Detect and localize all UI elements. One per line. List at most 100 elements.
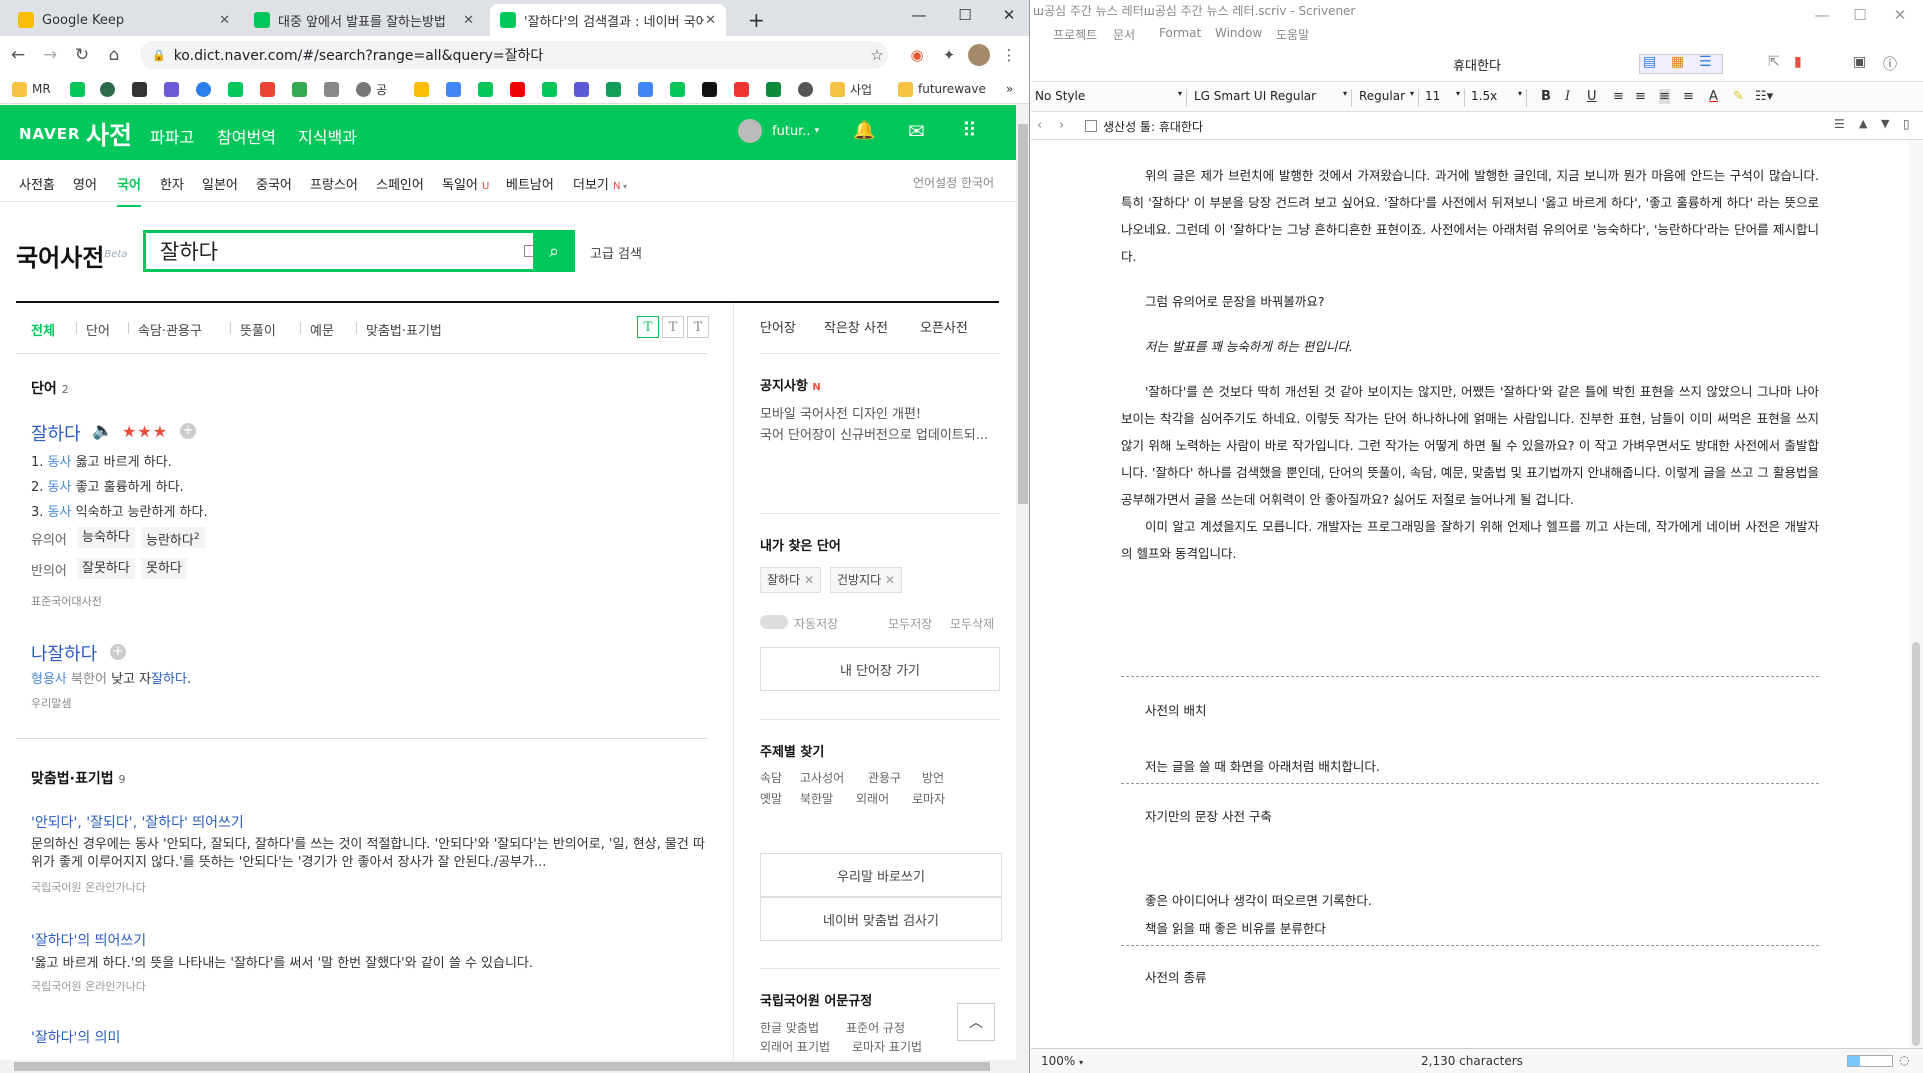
bell-icon[interactable]: 🔔	[853, 120, 875, 141]
chevron-up-icon[interactable]: ▲	[1859, 117, 1867, 130]
autosave-toggle[interactable]	[760, 615, 788, 629]
menu-dots-icon[interactable]: ⋮	[998, 44, 1020, 66]
menu-format[interactable]: Format	[1159, 26, 1201, 40]
bookmark-n[interactable]	[478, 81, 498, 97]
topic-link[interactable]: 로마자	[912, 790, 945, 807]
entry-word[interactable]: 잘하다	[31, 420, 81, 446]
tab-proverb[interactable]: 속담·관용구	[138, 320, 202, 339]
scroll-thumb[interactable]	[1018, 124, 1028, 504]
spell-checker-button[interactable]: 네이버 맞춤법 검사기	[760, 897, 1002, 941]
rules-link[interactable]: 로마자 표기법	[852, 1038, 922, 1055]
weight-select[interactable]: Regular ▾	[1359, 89, 1419, 107]
menu-help[interactable]: 도움말	[1276, 26, 1309, 43]
bookmark-sheets[interactable]	[606, 81, 626, 97]
style-select[interactable]: No Style ▾	[1035, 89, 1187, 107]
nav-papago[interactable]: 파파고	[150, 124, 194, 148]
topic-link[interactable]: 외래어	[856, 790, 889, 807]
entry-word[interactable]: 나잘하다	[31, 640, 97, 666]
add-wordbook-icon[interactable]: +	[180, 423, 196, 439]
user-menu[interactable]: futur.. ▾	[738, 119, 819, 143]
list-icon[interactable]: ☷▾	[1755, 89, 1773, 104]
list-icon[interactable]: ☰	[1834, 117, 1845, 131]
close-icon[interactable]: ✕	[219, 13, 230, 28]
bookmark-globe[interactable]	[798, 81, 818, 97]
address-bar[interactable]: 🔒 ko.dict.naver.com/#/search?range=all&q…	[140, 41, 888, 69]
tab-wordbook[interactable]: 단어장	[760, 317, 796, 336]
scroll-thumb[interactable]	[1912, 642, 1920, 1046]
nav-hanja[interactable]: 한자	[160, 174, 184, 193]
topic-link[interactable]: 방언	[922, 769, 944, 786]
bookmark-drive[interactable]	[292, 81, 312, 97]
vertical-scrollbar[interactable]	[1909, 142, 1923, 1048]
tab-meaning[interactable]: 뜻풀이	[240, 320, 276, 339]
bold-button[interactable]: B	[1541, 89, 1551, 104]
outline-line[interactable]: 책을 읽을 때 좋은 비유를 분류한다	[1145, 918, 1326, 937]
advanced-search-link[interactable]: 고급 검색	[590, 243, 642, 262]
bookmark-blog[interactable]	[70, 81, 90, 97]
rules-link[interactable]: 한글 맞춤법	[760, 1019, 819, 1036]
scroll-top-button[interactable]: ︿	[957, 1003, 995, 1041]
synonym-chip[interactable]: 능란하다2	[141, 527, 205, 548]
close-icon[interactable]: ✕	[705, 13, 716, 28]
bookmark-c[interactable]	[132, 81, 152, 97]
underline-button[interactable]: U	[1587, 89, 1597, 104]
result-title[interactable]: '안되다', '잘되다', '잘하다' 띄어쓰기	[31, 812, 244, 832]
topic-link[interactable]: 북한말	[800, 790, 833, 807]
outline-line[interactable]: 사전의 배치	[1145, 700, 1206, 719]
close-window-icon[interactable]: ✕	[986, 0, 1029, 30]
split-icon[interactable]: ▯	[1903, 117, 1910, 131]
nav-english[interactable]: 영어	[73, 174, 97, 193]
nav-korean[interactable]: 국어	[117, 174, 141, 207]
topic-link[interactable]: 속담	[760, 769, 782, 786]
outline-line[interactable]: 좋은 아이디어나 생각이 떠오르면 기록한다.	[1145, 890, 1372, 909]
home-icon[interactable]: ⌂	[100, 41, 128, 69]
notice-item[interactable]: 모바일 국어사전 디자인 개편!	[760, 403, 921, 422]
profile-avatar[interactable]	[968, 44, 990, 66]
nav-spanish[interactable]: 스페인어	[376, 174, 424, 193]
nav-more[interactable]: 더보기 N ▾	[573, 174, 627, 193]
text-size-medium[interactable]: T	[662, 316, 684, 338]
new-tab-button[interactable]: +	[738, 4, 766, 36]
tab-open-dict[interactable]: 오픈사전	[920, 317, 968, 336]
nav-chinese[interactable]: 중국어	[256, 174, 292, 193]
antonym-chip[interactable]: 잘못하다	[77, 558, 135, 579]
menu-project[interactable]: 프로젝트	[1053, 26, 1097, 43]
notice-item[interactable]: 국어 단어장이 신규버전으로 업데이트되...	[760, 424, 988, 443]
scroll-thumb[interactable]	[14, 1062, 990, 1071]
bookmark-g[interactable]	[414, 81, 434, 97]
korean-correct-button[interactable]: 우리말 바로쓰기	[760, 853, 1002, 897]
align-left-icon[interactable]: ≡	[1613, 89, 1624, 104]
tab-google-keep[interactable]: Google Keep ✕	[8, 4, 240, 36]
synonym-chip[interactable]: 능숙하다	[77, 527, 135, 548]
bookmark-youtube[interactable]	[510, 81, 530, 97]
bookmark-pen[interactable]	[324, 81, 344, 97]
bookmark-futurewave[interactable]: futurewave	[898, 81, 986, 97]
delete-all-link[interactable]: 모두삭제	[950, 615, 994, 632]
header-title[interactable]: 생산성 툴: 휴대한다	[1103, 118, 1203, 135]
nav-encyclopedia[interactable]: 지식백과	[298, 124, 357, 148]
vertical-scrollbar[interactable]	[1016, 104, 1029, 1073]
bookmark-d[interactable]	[164, 81, 184, 97]
naver-logo[interactable]: NAVER	[19, 125, 81, 143]
bookmark-px[interactable]	[766, 81, 786, 97]
add-wordbook-icon[interactable]: +	[110, 644, 126, 660]
rules-link[interactable]: 표준어 규정	[846, 1019, 905, 1036]
close-icon[interactable]: ✕	[463, 13, 474, 28]
rules-link[interactable]: 외래어 표기법	[760, 1038, 830, 1055]
bookmark-mr[interactable]: MR	[12, 81, 51, 97]
target-icon[interactable]: ◌	[1899, 1053, 1909, 1067]
text-size-large[interactable]: T	[687, 316, 709, 338]
zoom-select[interactable]: 100% ▾	[1041, 1054, 1083, 1068]
spacing-select[interactable]: 1.5x ▾	[1471, 89, 1527, 107]
puzzle-icon[interactable]: ✦	[938, 44, 960, 66]
bookmark-google[interactable]	[446, 81, 466, 97]
highlight-icon[interactable]: ✎	[1733, 89, 1744, 104]
speaker-icon[interactable]: 🔈	[92, 421, 113, 441]
tab-all[interactable]: 전체	[31, 320, 55, 339]
menu-document[interactable]: 문서	[1113, 26, 1135, 43]
save-all-link[interactable]: 모두저장	[888, 615, 932, 632]
reload-icon[interactable]: ↻	[68, 41, 96, 69]
outline-line[interactable]: 저는 글을 쓸 때 화면을 아래처럼 배치합니다.	[1145, 756, 1380, 775]
bookmark-j[interactable]	[734, 81, 754, 97]
maximize-icon[interactable]: ☐	[942, 0, 988, 30]
